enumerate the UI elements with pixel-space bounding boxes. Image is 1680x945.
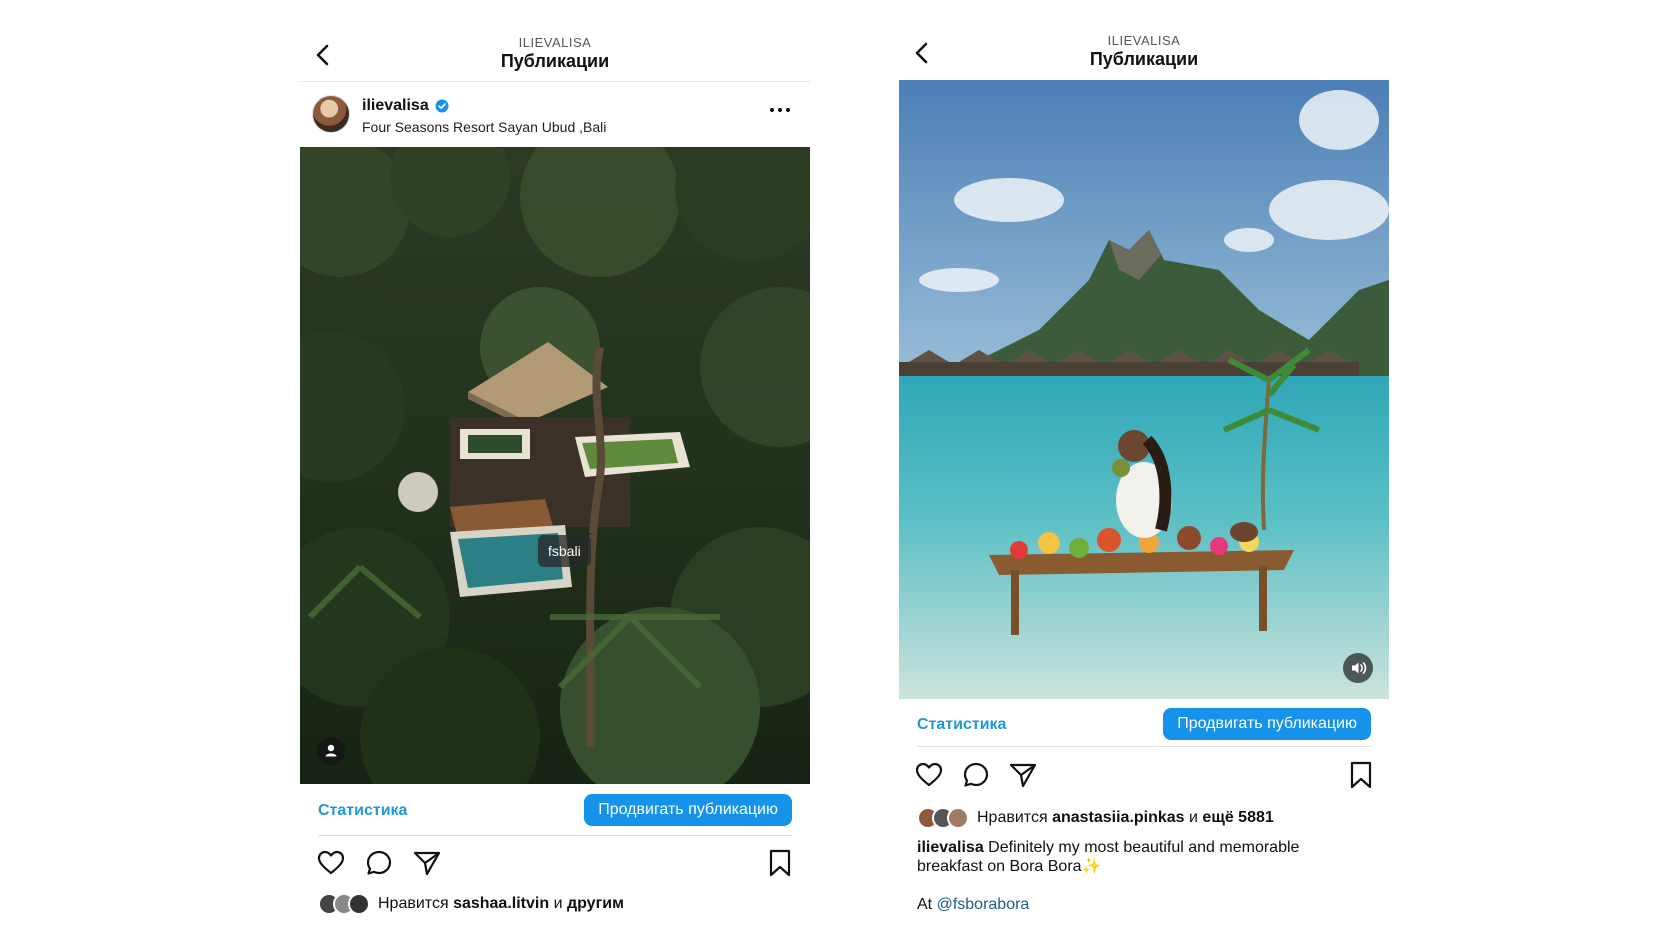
sound-icon[interactable] [1343, 653, 1373, 683]
stats-link[interactable]: Статистика [318, 802, 407, 820]
share-icon[interactable] [412, 848, 442, 878]
divider [917, 746, 1371, 747]
bookmark-icon[interactable] [1346, 760, 1376, 790]
post-location[interactable]: Four Seasons Resort Sayan Ubud ,Bali [362, 119, 606, 135]
username-row: ilievalisa [362, 97, 449, 115]
mention-link[interactable]: @fsborabora [937, 896, 1030, 913]
insights-row: Статистика Продвигать публикацию [899, 708, 1389, 744]
top-bar: ILIEVALISA Публикации [899, 28, 1389, 78]
page-title: Публикации [500, 51, 610, 71]
more-icon[interactable] [766, 100, 794, 120]
post-video-bora-bora[interactable] [899, 80, 1389, 699]
caption-username[interactable]: ilievalisa [917, 839, 984, 856]
right-post-screen: ILIEVALISA Публикации Статистика Продвиг… [899, 0, 1389, 945]
user-tag-bubble[interactable]: fsbali [538, 528, 592, 567]
heart-icon[interactable] [914, 760, 944, 790]
action-icons [300, 848, 810, 882]
insights-row: Статистика Продвигать публикацию [300, 794, 810, 830]
promote-button[interactable]: Продвигать публикацию [1163, 708, 1371, 740]
post-caption: ilievalisa Definitely my most beautiful … [917, 838, 1359, 876]
account-name-kicker: ILIEVALISA [1107, 33, 1181, 48]
liker-username[interactable]: anastasiia.pinkas [1052, 809, 1185, 826]
username[interactable]: ilievalisa [362, 97, 429, 115]
avatar [947, 807, 969, 829]
liker-avatars [917, 807, 971, 829]
post-header: ilievalisa Four Seasons Resort Sayan Ubu… [300, 92, 810, 140]
likes-summary[interactable]: Нравится anastasiia.pinkas и ещё 5881 [917, 806, 1371, 830]
likes-text: Нравится anastasiia.pinkas и ещё 5881 [977, 809, 1274, 826]
avatar [348, 893, 370, 915]
account-name-kicker: ILIEVALISA [518, 35, 592, 50]
liker-username[interactable]: sashaa.litvin [453, 895, 549, 912]
divider [318, 835, 792, 836]
bookmark-icon[interactable] [765, 848, 795, 878]
liker-avatars [318, 893, 372, 915]
divider [300, 81, 810, 82]
left-post-screen: ILIEVALISA Публикации ilievalisa Four Se… [300, 0, 810, 945]
stats-link[interactable]: Статистика [917, 716, 1006, 734]
share-icon[interactable] [1008, 760, 1038, 790]
comment-icon[interactable] [364, 848, 394, 878]
heart-icon[interactable] [316, 848, 346, 878]
top-bar: ILIEVALISA Публикации [300, 30, 810, 80]
post-photo-jungle-villa[interactable]: fsbali [300, 147, 810, 784]
likes-text: Нравится sashaa.litvin и другим [378, 895, 624, 912]
location-mention-line: At @fsborabora [917, 896, 1030, 913]
comment-icon[interactable] [961, 760, 991, 790]
sparkle-emoji: ✨ [1081, 858, 1102, 875]
likes-summary[interactable]: Нравится sashaa.litvin и другим [318, 892, 792, 916]
action-icons [899, 760, 1389, 794]
page-title: Публикации [1089, 49, 1199, 69]
verified-icon [435, 99, 449, 113]
person-tag-icon[interactable] [317, 737, 345, 765]
avatar[interactable] [312, 95, 350, 133]
promote-button[interactable]: Продвигать публикацию [584, 794, 792, 826]
